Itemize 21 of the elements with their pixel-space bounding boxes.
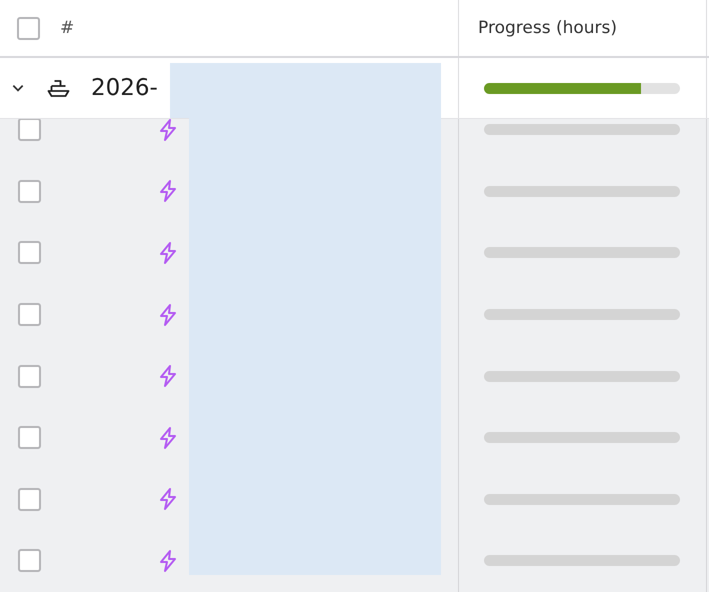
ship-icon bbox=[46, 78, 71, 98]
row-checkbox[interactable] bbox=[18, 549, 41, 572]
lightning-icon bbox=[158, 240, 178, 265]
row-checkbox[interactable] bbox=[18, 241, 41, 264]
row-checkbox[interactable] bbox=[18, 426, 41, 450]
select-all-checkbox[interactable] bbox=[17, 16, 40, 40]
lightning-icon bbox=[158, 118, 178, 142]
column-header: # bbox=[60, 18, 74, 38]
lightning-icon bbox=[158, 364, 178, 388]
row-checkbox[interactable] bbox=[18, 488, 41, 511]
lightning-icon bbox=[158, 179, 178, 204]
lightning-icon bbox=[158, 302, 178, 327]
column-header: Progress (hours) bbox=[478, 18, 618, 38]
row-checkbox[interactable] bbox=[18, 118, 41, 142]
lightning-icon bbox=[158, 548, 178, 573]
row-checkbox[interactable] bbox=[18, 180, 41, 203]
lightning-icon bbox=[158, 426, 178, 450]
lightning-icon bbox=[158, 487, 178, 512]
group-title: 2026- bbox=[91, 75, 158, 101]
row-checkbox[interactable] bbox=[18, 364, 41, 388]
row-checkbox[interactable] bbox=[18, 303, 41, 326]
